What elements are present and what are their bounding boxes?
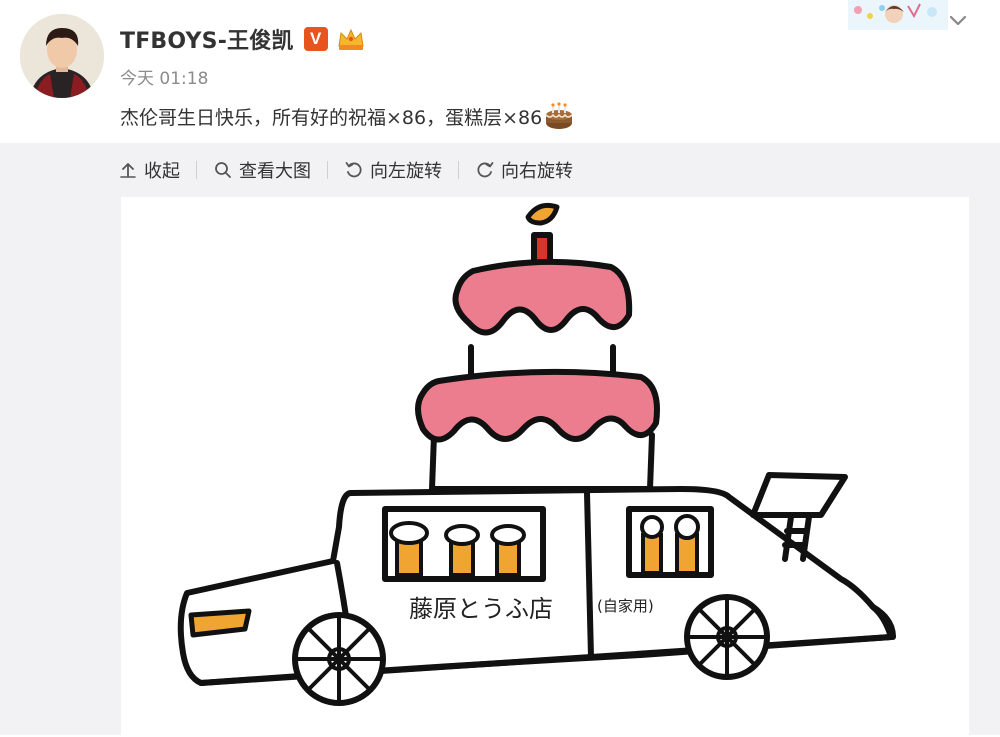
crown-icon[interactable] [336,26,366,52]
avatar-photo [20,14,104,98]
arrow-up-icon [120,163,136,178]
rotate-left-label: 向左旋转 [370,161,442,182]
magnifier-icon [215,162,231,178]
rotate-right-button[interactable]: 向右旋转 [475,157,573,183]
post-text: 杰伦哥生日快乐，所有好的祝福×86，蛋糕层×86 [120,101,574,131]
view-large-button[interactable]: 查看大图 [213,157,311,183]
image-toolbar: 收起 查看大图 向左旋转 向右旋转 [118,157,573,183]
collapse-button[interactable]: 收起 [118,157,180,183]
toolbar-divider [458,161,459,179]
vip-v-icon[interactable]: V [303,27,328,51]
card-decoration[interactable] [848,0,948,30]
chevron-down-icon[interactable] [946,8,970,32]
cake-car-drawing: 藤原とうふ店 (自家用) [177,202,896,706]
private-label: (自家用) [597,597,654,615]
username[interactable]: TFBOYS-王俊凯 [120,23,294,55]
rotate-right-label: 向右旋转 [501,161,573,182]
post-timestamp[interactable]: 今天 01:18 [120,64,208,89]
rotate-left-button[interactable]: 向左旋转 [344,157,442,183]
post-image[interactable]: 藤原とうふ店 (自家用) [121,197,969,737]
post-text-content: 杰伦哥生日快乐，所有好的祝福×86，蛋糕层×86 [120,106,543,129]
rotate-right-icon [477,162,494,178]
media-area: 收起 查看大图 向左旋转 向右旋转 藤原とうふ店 (自家用) [0,143,1000,737]
toolbar-divider [327,161,328,179]
cake-emoji-icon [545,102,573,129]
shop-sign-text: 藤原とうふ店 [409,595,553,623]
user-avatar[interactable] [20,14,104,98]
toolbar-divider [196,161,197,179]
rotate-left-icon [345,162,362,178]
collapse-label: 收起 [144,161,180,182]
view-large-label: 查看大图 [239,161,311,182]
